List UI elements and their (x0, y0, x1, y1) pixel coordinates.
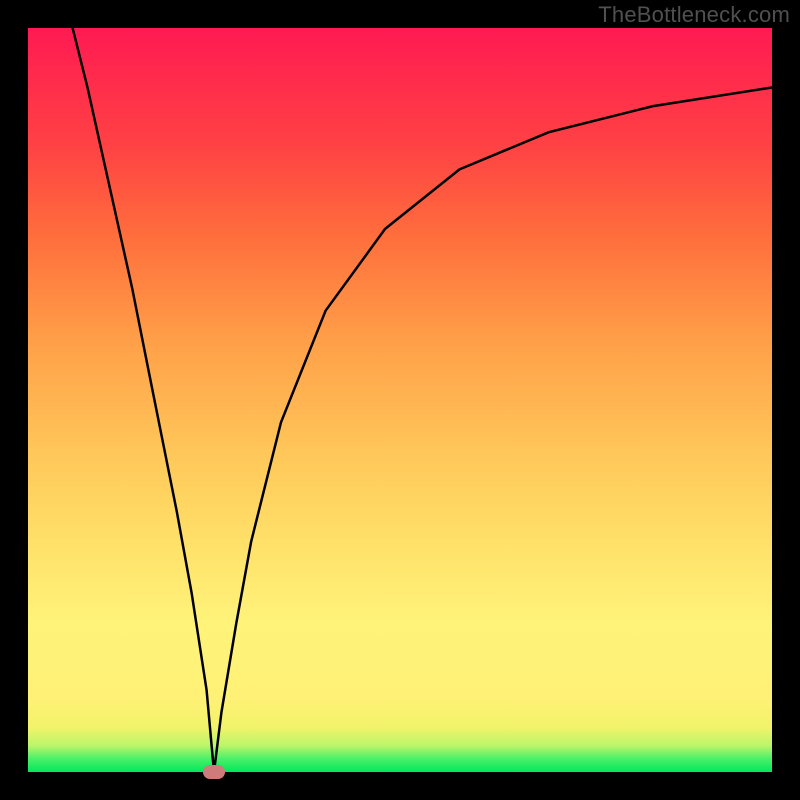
optimal-marker (203, 765, 225, 779)
plot-area (28, 28, 772, 772)
chart-frame: TheBottleneck.com (0, 0, 800, 800)
curve-svg (28, 28, 772, 772)
watermark-text: TheBottleneck.com (598, 2, 790, 28)
bottleneck-curve-path (73, 28, 772, 772)
